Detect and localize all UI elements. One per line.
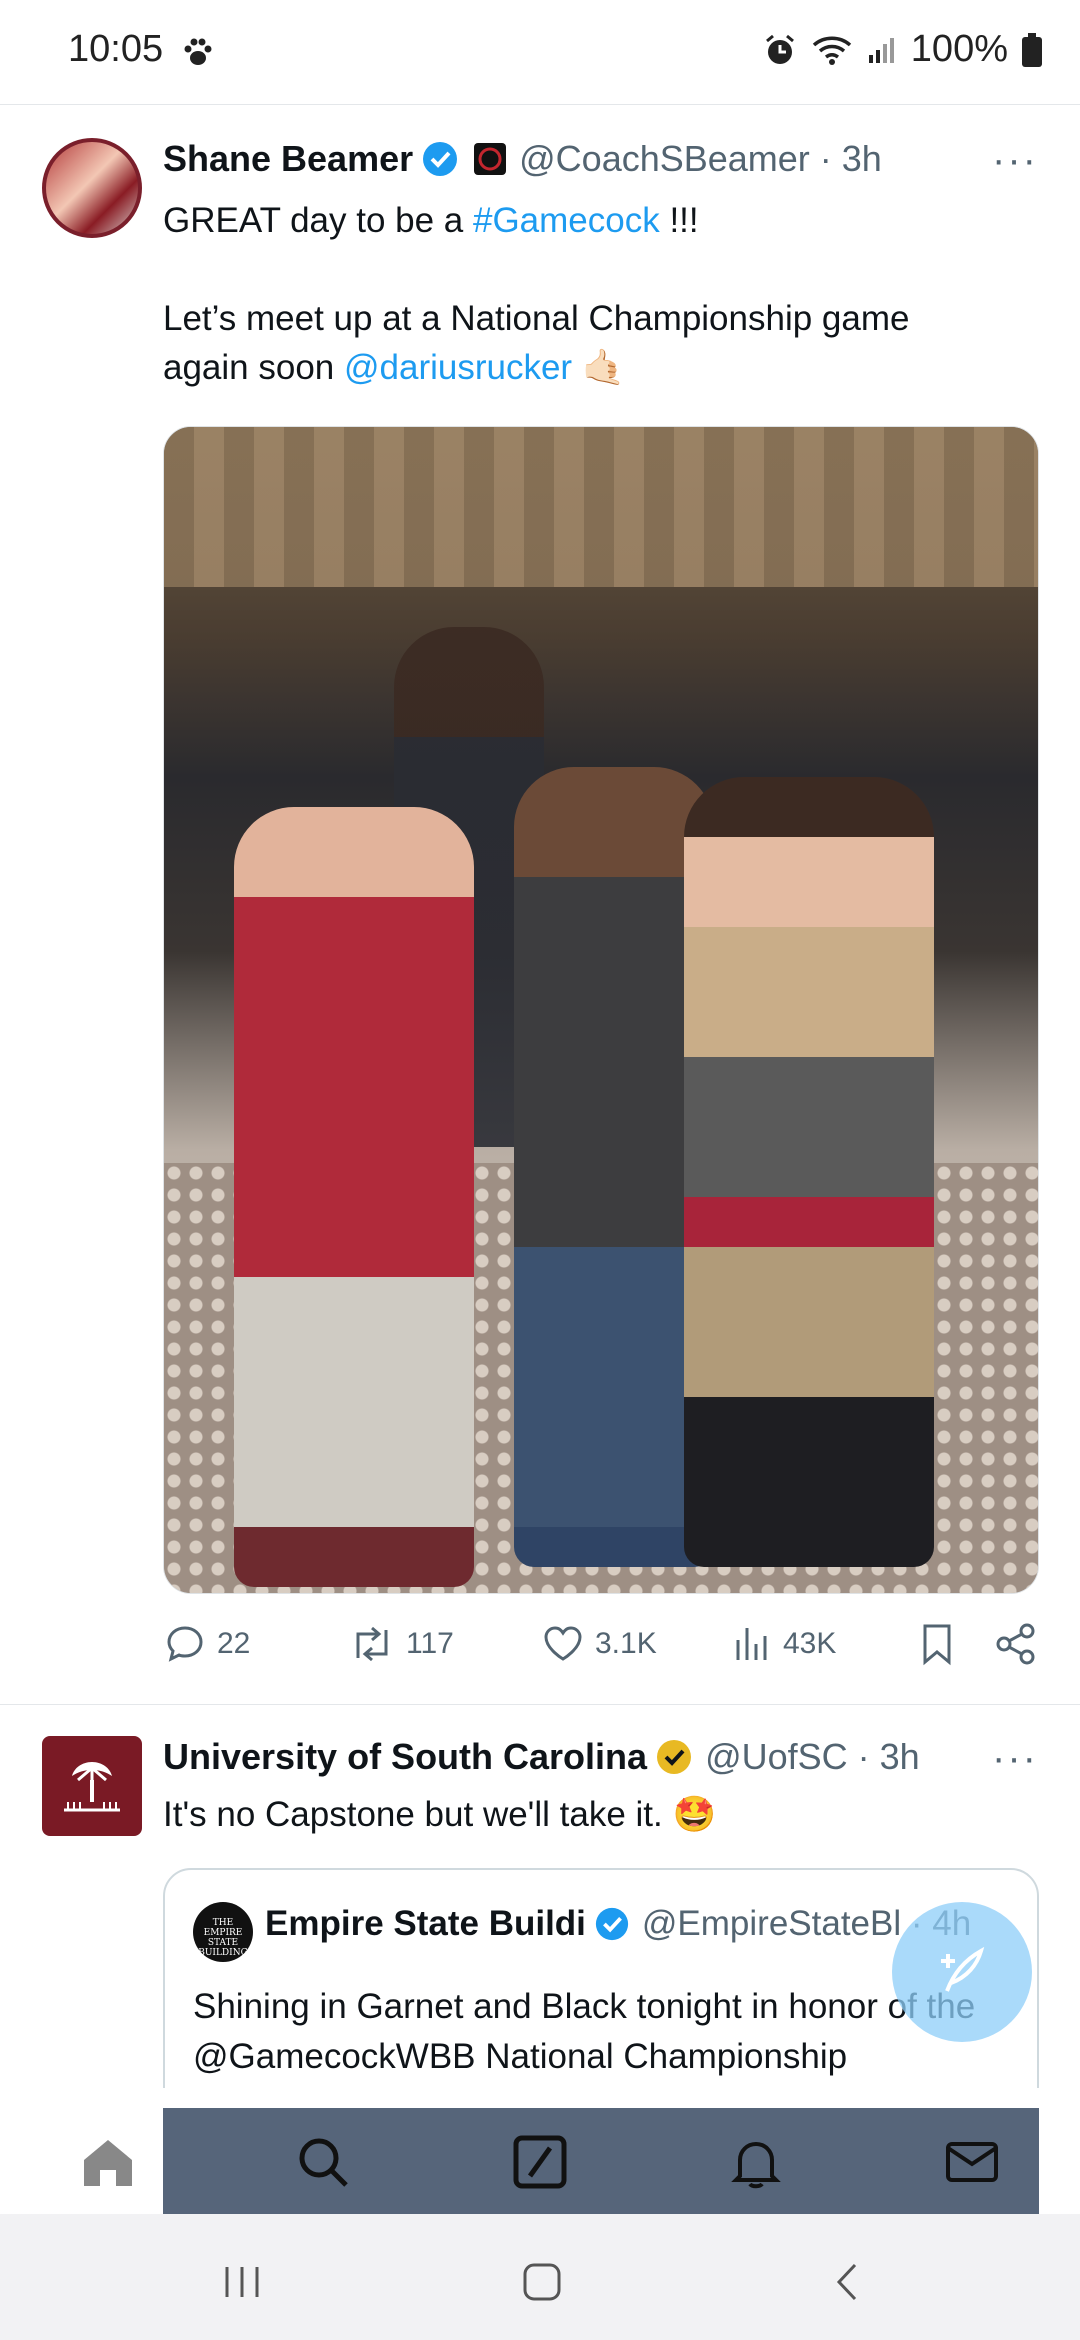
retweet-count: 117 [406, 1627, 454, 1660]
bookmark-button[interactable] [919, 1622, 955, 1666]
recent-apps-icon [225, 2267, 259, 2297]
author-name[interactable]: Shane Beamer [163, 138, 413, 180]
avatar[interactable] [42, 1736, 142, 1836]
reply-count: 22 [217, 1627, 251, 1660]
wifi-icon [812, 36, 851, 65]
tweet-header: Shane Beamer @CoachSBeamer · 3h [163, 138, 882, 180]
recent-apps-button[interactable] [212, 2252, 272, 2312]
hashtag-link[interactable]: #Gamecock [473, 201, 660, 240]
author-handle-time[interactable]: @CoachSBeamer · 3h [519, 138, 882, 180]
bottom-nav [0, 2088, 1080, 2214]
retweet-icon [356, 1626, 388, 1662]
home-icon [84, 2140, 132, 2186]
tweet-line: GREAT day to be a #Gamecock !!! [163, 196, 909, 245]
nav-search[interactable] [283, 2122, 363, 2202]
reply-icon [167, 1626, 203, 1662]
like-button[interactable]: 3.1K [541, 1622, 657, 1666]
share-button[interactable] [995, 1622, 1037, 1666]
nav-grok[interactable] [500, 2122, 580, 2202]
retweet-button[interactable]: 117 [348, 1622, 454, 1666]
text-segment: GREAT day to be a [163, 201, 473, 240]
tweet-actions: 22 117 3.1K 43K [163, 1622, 1039, 1678]
status-bar: 10:05 100% [0, 0, 1080, 104]
verified-gold-badge-icon [657, 1740, 692, 1774]
home-square-icon [523, 2263, 561, 2301]
star-eyes-emoji: 🤩 [672, 1795, 717, 1834]
share-icon [996, 1623, 1035, 1665]
more-options-icon[interactable]: ··· [992, 138, 1038, 183]
back-chevron-icon [836, 2263, 857, 2301]
battery-icon [1022, 32, 1042, 67]
text-segment: It's no Capstone but we'll take it. [163, 1795, 663, 1834]
tweet-text: GREAT day to be a #Gamecock !!! Let’s me… [163, 196, 909, 392]
battery-percent: 100% [910, 28, 1008, 70]
verified-badge-icon [423, 142, 458, 176]
signal-icon [868, 37, 894, 63]
search-icon [299, 2138, 348, 2187]
tweet-header: University of South Carolina @UofSC · 3h [163, 1736, 920, 1778]
bookmark-icon [923, 1624, 951, 1666]
system-nav-bar [0, 2214, 1080, 2340]
quoted-avatar[interactable]: THE EMPIRE STATE BUILDING [193, 1902, 253, 1962]
tweet-text: It's no Capstone but we'll take it. 🤩 [163, 1790, 716, 1839]
compose-feather-icon [941, 1946, 985, 1992]
call-me-emoji: 🤙🏻 [581, 348, 626, 387]
avatar[interactable] [42, 138, 142, 238]
nav-notifications[interactable] [716, 2122, 796, 2202]
verified-badge-icon [595, 1907, 629, 1941]
photo-person [684, 777, 934, 1567]
alarm-icon [765, 34, 794, 64]
tweet-photo[interactable] [163, 426, 1039, 1594]
like-count: 3.1K [595, 1627, 657, 1660]
more-options-icon[interactable]: ··· [992, 1736, 1038, 1781]
view-count: 43K [783, 1627, 837, 1660]
status-time: 10:05 [68, 28, 164, 70]
views-icon [736, 1628, 767, 1660]
mention-link[interactable]: @dariusrucker [344, 348, 572, 387]
divider [0, 104, 1080, 105]
author-handle-time[interactable]: @UofSC · 3h [705, 1736, 920, 1778]
nav-messages[interactable] [932, 2122, 1012, 2202]
text-segment: !!! [659, 201, 699, 240]
envelope-icon [946, 2142, 998, 2182]
author-name[interactable]: University of South Carolina [163, 1736, 647, 1778]
tweet-line: Let’s meet up at a National Championship… [163, 299, 910, 338]
compose-button[interactable] [892, 1902, 1032, 2042]
affiliation-badge-icon [474, 143, 507, 175]
home-system-button[interactable] [512, 2252, 572, 2312]
quoted-author-name[interactable]: Empire State Buildi [265, 1904, 586, 1944]
tweet-line: again soon @dariusrucker 🤙🏻 [163, 343, 909, 392]
text-segment: again soon [163, 348, 344, 387]
back-button[interactable] [818, 2252, 878, 2312]
quoted-text: Shining in Garnet and Black tonight in h… [193, 1987, 976, 2076]
divider [0, 1704, 1080, 1705]
grok-icon [513, 2135, 567, 2189]
palmetto-logo-icon [64, 1762, 120, 1812]
views-button[interactable]: 43K [733, 1622, 836, 1666]
photo-ceiling [164, 427, 1038, 587]
nav-home[interactable] [68, 2122, 148, 2202]
quoted-header: Empire State Buildi @EmpireStateBl · 4h [265, 1904, 971, 1944]
photo-person [234, 807, 474, 1587]
heart-icon [544, 1626, 582, 1661]
reply-button[interactable]: 22 [163, 1622, 250, 1666]
paw-icon [184, 38, 212, 65]
bell-icon [731, 2141, 781, 2189]
